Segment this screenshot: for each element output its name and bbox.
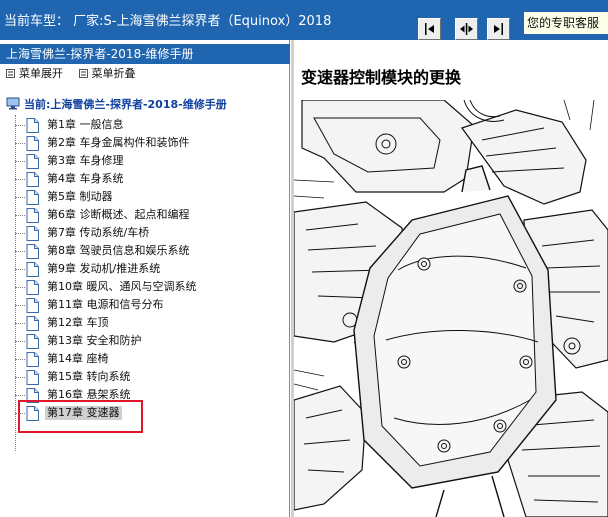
document-icon <box>26 334 39 349</box>
chapter-label: 第4章 车身系统 <box>47 172 124 185</box>
chapter-item[interactable]: 第11章 电源和信号分布 <box>15 296 215 314</box>
expand-menu-label: 菜单展开 <box>19 67 63 80</box>
chapter-label: 第14章 座椅 <box>47 352 109 365</box>
document-icon <box>26 118 39 133</box>
tree-connector <box>15 323 25 324</box>
tree-root-label: 当前:上海雪佛兰-探界者-2018-维修手册 <box>24 98 227 111</box>
sidebar: 上海雪佛兰-探界者-2018-维修手册 菜单展开 菜单折叠 当前:上海雪佛兰-探… <box>0 40 290 517</box>
collapse-menu-button[interactable]: 菜单折叠 <box>78 67 136 81</box>
chapter-item[interactable]: 第12章 车顶 <box>15 314 215 332</box>
tree-connector <box>15 269 25 270</box>
chapter-item[interactable]: 第14章 座椅 <box>15 350 215 368</box>
document-icon <box>26 244 39 259</box>
sidebar-title: 上海雪佛兰-探界者-2018-维修手册 <box>0 44 290 64</box>
chapter-item[interactable]: 第6章 诊断概述、起点和编程 <box>15 206 215 224</box>
chapter-item[interactable]: 第1章 一般信息 <box>15 116 215 134</box>
document-icon <box>26 226 39 241</box>
menu-icon <box>78 69 88 78</box>
tree-connector <box>15 197 25 198</box>
current-vehicle-label: 当前车型： 厂家:S-上海雪佛兰探界者（Equinox）2018 <box>4 14 332 29</box>
chapter-label: 第15章 转向系统 <box>47 370 131 383</box>
chapter-item[interactable]: 第15章 转向系统 <box>15 368 215 386</box>
transmission-module-illustration <box>294 100 608 517</box>
tree-connector <box>15 233 25 234</box>
tree-connector <box>15 125 25 126</box>
tree-connector <box>15 305 25 306</box>
document-icon <box>26 172 39 187</box>
document-title: 变速器控制模块的更换 <box>301 68 462 87</box>
document-icon <box>26 190 39 205</box>
chapter-item[interactable]: 第2章 车身金属构件和装饰件 <box>15 134 215 152</box>
tree-connector <box>15 359 25 360</box>
chapter-item[interactable]: 第13章 安全和防护 <box>15 332 215 350</box>
arrow-left-icon <box>425 23 434 35</box>
tree-connector <box>15 179 25 180</box>
chapter-label: 第7章 传动系统/车桥 <box>47 226 150 239</box>
tree-connector <box>15 143 25 144</box>
document-icon <box>26 208 39 223</box>
tree-root[interactable]: 当前:上海雪佛兰-探界者-2018-维修手册 <box>6 97 227 112</box>
document-icon <box>26 370 39 385</box>
menu-icon <box>6 69 15 78</box>
tree-connector <box>15 251 25 252</box>
chapter-label: 第13章 安全和防护 <box>47 334 142 347</box>
chapter-item[interactable]: 第10章 暖风、通风与空调系统 <box>15 278 215 296</box>
document-icon <box>26 154 39 169</box>
chapter-item[interactable]: 第9章 发动机/推进系统 <box>15 260 215 278</box>
computer-icon <box>6 97 20 110</box>
next-button[interactable] <box>487 18 510 40</box>
arrow-right-icon <box>494 23 503 35</box>
selection-highlight-box <box>18 400 143 433</box>
chapter-item[interactable]: 第4章 车身系统 <box>15 170 215 188</box>
tree-connector <box>15 341 25 342</box>
document-icon <box>26 352 39 367</box>
customer-service-link[interactable]: 您的专职客服 <box>524 12 608 34</box>
chapter-item[interactable]: 第7章 传动系统/车桥 <box>15 224 215 242</box>
top-bar: 当前车型： 厂家:S-上海雪佛兰探界者（Equinox）2018 您的专职客服 <box>0 0 608 40</box>
chapter-label: 第10章 暖风、通风与空调系统 <box>47 280 197 293</box>
chapter-label: 第2章 车身金属构件和装饰件 <box>47 136 190 149</box>
document-icon <box>26 316 39 331</box>
tree-connector <box>15 395 25 396</box>
collapse-menu-label: 菜单折叠 <box>91 67 136 80</box>
previous-button[interactable] <box>418 18 441 40</box>
chapter-item[interactable]: 第8章 驾驶员信息和娱乐系统 <box>15 242 215 260</box>
chapter-label: 第8章 驾驶员信息和娱乐系统 <box>47 244 190 257</box>
chapter-label: 第1章 一般信息 <box>47 118 124 131</box>
expand-menu-button[interactable]: 菜单展开 <box>6 67 63 81</box>
chapter-label: 第6章 诊断概述、起点和编程 <box>47 208 190 221</box>
document-icon <box>26 298 39 313</box>
document-icon <box>26 280 39 295</box>
tree-connector <box>15 377 25 378</box>
chapter-label: 第5章 制动器 <box>47 190 113 203</box>
content-pane: 变速器控制模块的更换 <box>294 40 608 517</box>
menu-tools: 菜单展开 菜单折叠 <box>6 67 148 81</box>
chapter-label: 第12章 车顶 <box>47 316 109 329</box>
document-icon <box>26 262 39 277</box>
tree-connector <box>15 161 25 162</box>
chapter-label: 第3章 车身修理 <box>47 154 124 167</box>
tree-connector <box>15 215 25 216</box>
chapter-item[interactable]: 第5章 制动器 <box>15 188 215 206</box>
expand-panes-button[interactable] <box>455 18 478 40</box>
chapter-label: 第9章 发动机/推进系统 <box>47 262 161 275</box>
chapter-item[interactable]: 第3章 车身修理 <box>15 152 215 170</box>
chapter-label: 第11章 电源和信号分布 <box>47 298 164 311</box>
document-icon <box>26 136 39 151</box>
arrows-apart-icon <box>460 23 473 35</box>
tree-connector <box>15 287 25 288</box>
